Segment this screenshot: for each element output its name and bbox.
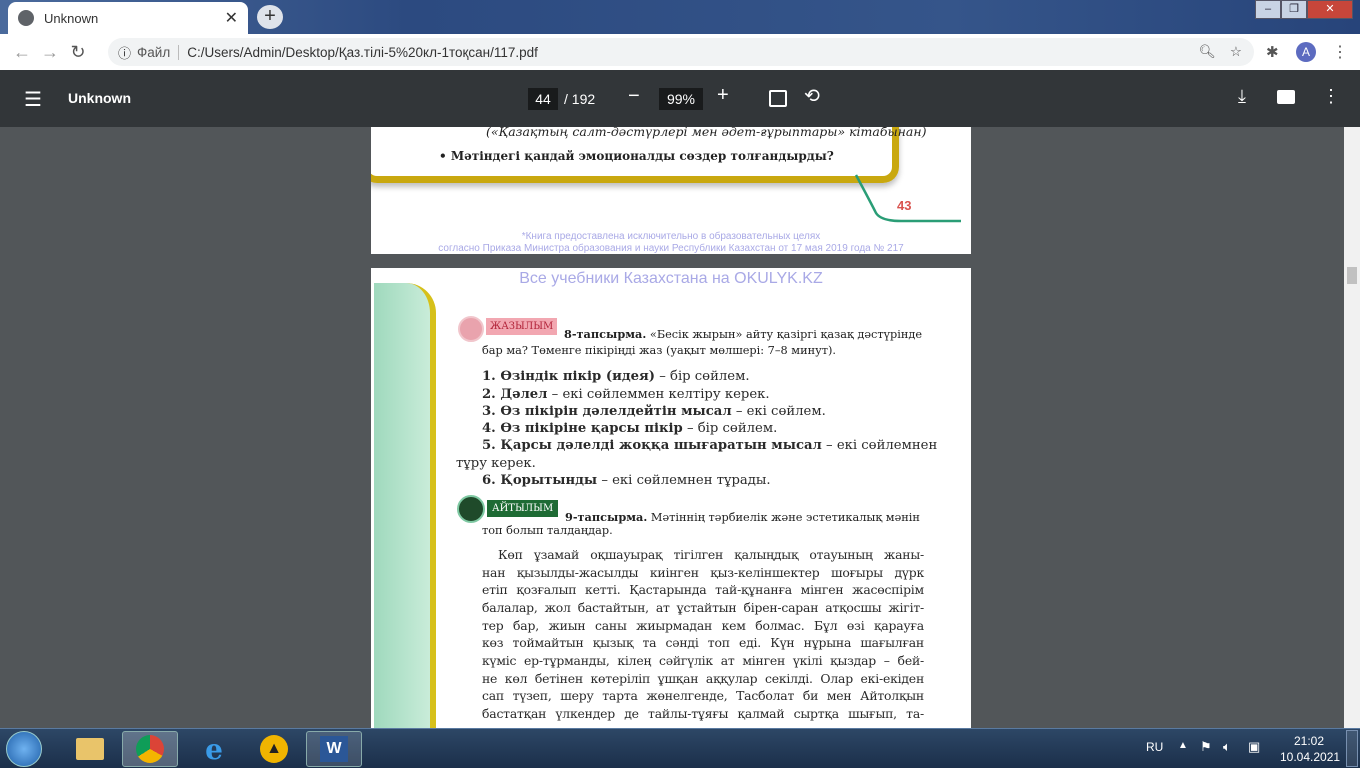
list-item: 6. Қорытынды – екі сөйлемнен тұрады. [482, 473, 771, 488]
paragraph-line: күміс ер-тұрманды, кілең сәйгүлік ат мін… [482, 653, 924, 668]
watermark: Все учебники Казахстана на OKULYK.KZ [519, 270, 823, 287]
zoom-out-button[interactable]: − [628, 85, 640, 108]
close-window-button[interactable]: ✕ [1307, 0, 1353, 19]
page-number: 43 [897, 198, 912, 213]
clock-date[interactable]: 10.04.2021 [1280, 750, 1340, 764]
minimize-button[interactable]: – [1255, 0, 1281, 19]
pdf-title: Unknown [68, 90, 131, 106]
network-disconnected-icon[interactable]: ▣ [1248, 739, 1260, 755]
action-center-icon[interactable]: ⚑ [1200, 739, 1212, 755]
internet-explorer-icon: e [205, 732, 223, 766]
speaking-icon [457, 495, 485, 523]
zoom-in-button[interactable]: + [717, 84, 729, 107]
forward-icon[interactable]: → [36, 42, 64, 63]
pdf-toolbar: ☰ Unknown 44 / 192 − 99% + ⟲ ⤓ ⋮ [0, 70, 1360, 127]
list-item: тұру керек. [456, 456, 536, 471]
close-tab-icon[interactable]: ✕ [225, 8, 238, 28]
citation: («Қазақтың салт-дәстүрлері мен әдет-ғұры… [486, 127, 927, 139]
list-item: 1. Өзіндік пікір (идея) – бір сөйлем. [482, 369, 750, 384]
show-hidden-icons[interactable]: ▲ [1178, 740, 1188, 751]
start-button[interactable] [6, 731, 42, 767]
page-number-input[interactable]: 44 [528, 88, 558, 110]
footer-line-1: *Книга предоставлена исключительно в обр… [521, 231, 821, 242]
volume-muted-icon[interactable]: 🔈︎ [1223, 739, 1231, 755]
url-text[interactable]: C:/Users/Admin/Desktop/Қаз.тілі-5%20кл-1… [187, 45, 538, 60]
show-desktop-button[interactable] [1346, 730, 1358, 767]
task8-line1: «Бесік жырын» айту қазіргі қазақ дәстүрі… [649, 328, 923, 341]
paragraph-line: балалар, жол бастайтын, ат ұстайтын біре… [482, 600, 924, 615]
task9-title: 9-тапсырма. [565, 510, 648, 524]
speaking-badge: АЙТЫЛЫМ [487, 500, 559, 517]
tab-title: Unknown [44, 10, 99, 26]
word-icon: W [320, 736, 348, 762]
task8-title: 8-тапсырма. [564, 327, 647, 341]
chrome-icon [136, 735, 164, 763]
language-indicator[interactable]: RU [1146, 740, 1163, 754]
app-taskbar-button[interactable]: ▲ [246, 731, 302, 767]
paragraph-line: етіп қозғалып кетті. Қастарында тай-құна… [482, 582, 924, 597]
paragraph-line: нан қызылды-жасылды киінген қыз-келіншек… [482, 565, 924, 580]
fit-page-icon[interactable] [769, 90, 787, 107]
paragraph-line: көз тоймайтын қызық та сәнді топ еді. Кү… [482, 635, 924, 650]
menu-icon[interactable]: ⋮ [1332, 42, 1348, 62]
decorative-margin [374, 283, 436, 728]
download-icon[interactable]: ⤓ [1238, 86, 1246, 107]
reload-icon[interactable]: ↻ [64, 42, 92, 63]
taskbar: e ▲ W RU ▲ ⚑ 🔈︎ ▣ 21:02 10.04.2021 [0, 728, 1360, 768]
app-triangle-icon: ▲ [260, 735, 288, 763]
omnibox[interactable]: ⓘ Файл C:/Users/Admin/Desktop/Қаз.тілі-5… [108, 38, 1254, 66]
question: • Мәтіндегі қандай эмоционалды сөздер то… [439, 149, 834, 163]
folder-icon [76, 738, 104, 760]
rotate-icon[interactable]: ⟲ [804, 85, 820, 108]
total-pages: / 192 [564, 91, 596, 107]
task9-line2: топ болып талдаңдар. [482, 524, 613, 537]
scrollbar-thumb[interactable] [1347, 267, 1357, 284]
extensions-icon[interactable]: ✱ [1266, 43, 1279, 61]
task9-line1: Мәтіннің тәрбиелік және эстетикалық мәні… [650, 511, 920, 524]
paragraph-line: бастатқан үлкендер де тайлы-тұяғы қалмай… [482, 706, 924, 721]
task8-line2: бар ма? Төменге пікіріңді жаз (уақыт мөл… [482, 344, 837, 357]
scrollbar[interactable] [1344, 127, 1360, 728]
pdf-page-43: («Қазақтың салт-дәстүрлері мен әдет-ғұры… [371, 127, 971, 254]
zoom-icon[interactable]: 🔍︎ [1199, 44, 1216, 60]
print-icon[interactable] [1277, 90, 1295, 104]
browser-tab[interactable]: Unknown ✕ [8, 2, 248, 34]
list-item: 2. Дәлел – екі сөйлеммен келтіру керек. [482, 387, 770, 402]
info-icon[interactable]: ⓘ [118, 43, 131, 62]
footer-line-2: согласно Приказа Министра образования и … [438, 243, 904, 254]
clock-time[interactable]: 21:02 [1294, 734, 1324, 748]
maximize-button[interactable]: ❐ [1281, 0, 1307, 19]
paragraph-line: Көп ұзамай оқшауырақ тігілген қалыңдық о… [498, 547, 924, 562]
paragraph-line: не көл бетінен көтеріліп ұшқан аққулар с… [482, 671, 924, 686]
paragraph-line: тер бар, жиын саны жиырмадан кем болмас.… [482, 618, 924, 633]
hamburger-menu-icon[interactable]: ☰ [24, 87, 42, 112]
writing-badge: ЖАЗЫЛЫМ [486, 318, 558, 335]
ie-taskbar-button[interactable]: e [186, 731, 242, 767]
list-item: 3. Өз пікірін дәлелдейтін мысал – екі сө… [482, 404, 826, 419]
list-item: 4. Өз пікіріне қарсы пікір – бір сөйлем. [482, 421, 778, 436]
back-icon[interactable]: ← [8, 42, 36, 63]
profile-avatar[interactable]: A [1296, 42, 1316, 62]
explorer-taskbar-button[interactable] [62, 731, 118, 767]
list-item: 5. Қарсы дәлелді жоққа шығаратын мысал –… [482, 438, 938, 453]
chrome-taskbar-button[interactable] [122, 731, 178, 767]
more-options-icon[interactable]: ⋮ [1322, 86, 1340, 107]
file-label: Файл [131, 44, 180, 60]
writing-icon [458, 316, 484, 342]
new-tab-button[interactable]: + [257, 5, 283, 29]
bookmark-star-icon[interactable]: ☆ [1230, 44, 1242, 60]
globe-icon [18, 10, 34, 26]
paragraph-line: сап түзеп, шеру тарта жөнелгенде, Тасбол… [482, 688, 924, 703]
zoom-input[interactable]: 99% [659, 88, 703, 110]
word-taskbar-button[interactable]: W [306, 731, 362, 767]
